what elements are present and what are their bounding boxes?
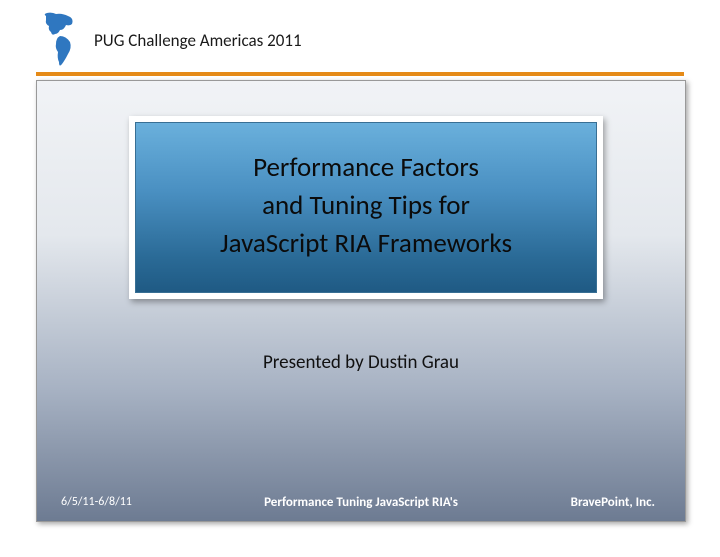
- americas-map-icon: [36, 11, 80, 69]
- title-box-inner: Performance Factors and Tuning Tips for …: [135, 122, 597, 293]
- title-line-3: JavaScript RIA Frameworks: [146, 225, 586, 263]
- divider-rule: [36, 72, 684, 76]
- footer-date: 6/5/11-6/8/11: [61, 495, 132, 509]
- presenter-line: Presented by Dustin Grau: [37, 351, 685, 374]
- footer-company: BravePoint, Inc.: [571, 495, 655, 510]
- slide-body: Performance Factors and Tuning Tips for …: [36, 80, 686, 522]
- slide-header: PUG Challenge Americas 2011: [36, 10, 684, 70]
- conference-name: PUG Challenge Americas 2011: [94, 30, 302, 51]
- title-line-1: Performance Factors: [146, 149, 586, 187]
- title-line-2: and Tuning Tips for: [146, 187, 586, 225]
- title-box: Performance Factors and Tuning Tips for …: [129, 116, 603, 299]
- slide: PUG Challenge Americas 2011 Performance …: [0, 0, 720, 557]
- slide-footer: 6/5/11-6/8/11 Performance Tuning JavaScr…: [37, 483, 685, 521]
